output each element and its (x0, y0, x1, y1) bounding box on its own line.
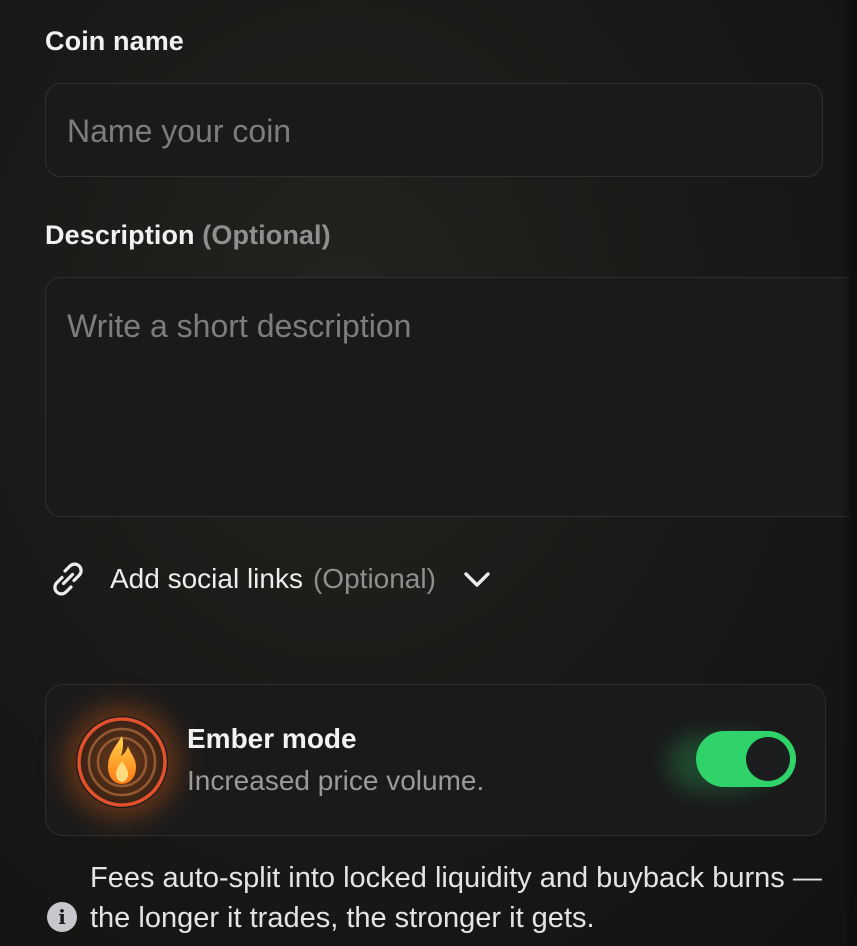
toggle-knob (746, 737, 790, 781)
ember-mode-card: Ember mode Increased price volume. (45, 684, 826, 836)
flame-icon (76, 716, 168, 808)
coin-name-input[interactable]: Name your coin (45, 83, 823, 177)
info-icon: i (47, 902, 77, 932)
coin-name-label: Coin name (45, 26, 184, 56)
chevron-down-icon (464, 572, 490, 587)
add-social-links-toggle[interactable]: Add social links (Optional) (48, 556, 494, 602)
ember-mode-toggle[interactable] (696, 731, 796, 787)
link-icon (53, 562, 83, 596)
description-textarea[interactable]: Write a short description (45, 277, 857, 517)
create-coin-form: Coin name Name your coin Description (Op… (0, 0, 857, 946)
ember-mode-title: Ember mode (187, 723, 357, 754)
fees-info-text: Fees auto-split into locked liquidity an… (90, 862, 822, 934)
description-optional-tag: (Optional) (202, 220, 331, 250)
panel-edge (843, 0, 857, 946)
ember-mode-subtitle: Increased price volume. (187, 765, 485, 796)
social-links-label: Add social links (110, 563, 303, 594)
social-links-optional-tag: (Optional) (312, 563, 436, 594)
description-label: Description (Optional) (45, 220, 331, 250)
